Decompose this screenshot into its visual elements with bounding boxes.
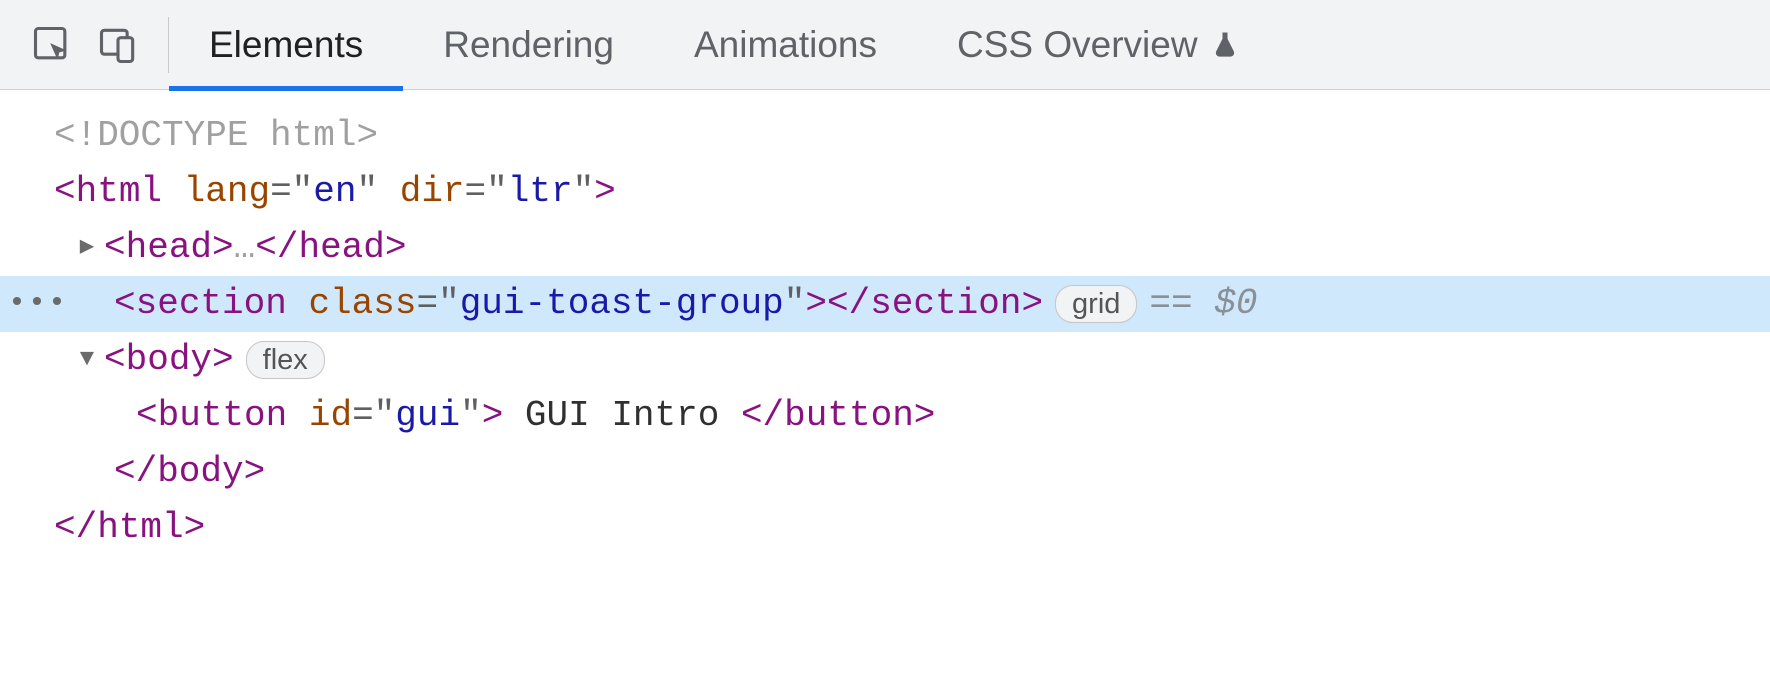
dom-node-body[interactable]: ▼ <body> flex <box>0 332 1770 388</box>
tag-name: html <box>76 164 162 220</box>
node-text: GUI Intro <box>503 388 741 444</box>
layout-badge-grid[interactable]: grid <box>1055 285 1137 323</box>
dom-node-button[interactable]: <button id="gui"> GUI Intro </button> <box>0 388 1770 444</box>
tab-label: Animations <box>694 24 877 66</box>
attr-name: class <box>308 276 416 332</box>
tab-css-overview[interactable]: CSS Overview <box>917 0 1280 90</box>
attr-value: gui <box>395 388 460 444</box>
tab-animations[interactable]: Animations <box>654 0 917 90</box>
tab-label: Elements <box>209 24 363 66</box>
device-toggle-icon[interactable] <box>96 23 140 67</box>
elements-dom-tree[interactable]: <!DOCTYPE html> <html lang="en" dir="ltr… <box>0 90 1770 556</box>
attr-name: lang <box>184 164 270 220</box>
collapsed-ellipsis: … <box>234 220 256 276</box>
tag-name: section <box>136 276 287 332</box>
gutter-actions-icon[interactable]: ••• <box>8 276 68 332</box>
dom-node-head[interactable]: ▶ <head>…</head> <box>0 220 1770 276</box>
dom-node-doctype[interactable]: <!DOCTYPE html> <box>0 108 1770 164</box>
toolbar-icons <box>30 17 169 73</box>
inspect-element-icon[interactable] <box>30 23 74 67</box>
tab-label: CSS Overview <box>957 24 1198 66</box>
devtools-tabs: Elements Rendering Animations CSS Overvi… <box>169 0 1280 90</box>
dom-node-body-close[interactable]: </body> <box>0 444 1770 500</box>
tab-elements[interactable]: Elements <box>169 0 403 90</box>
layout-badge-flex[interactable]: flex <box>246 341 325 379</box>
expand-collapsed-icon[interactable]: ▶ <box>74 220 100 276</box>
tab-rendering[interactable]: Rendering <box>403 0 654 90</box>
devtools-toolbar: Elements Rendering Animations CSS Overvi… <box>0 0 1770 90</box>
flask-icon <box>1210 30 1240 60</box>
tag-name: body <box>126 332 212 388</box>
attr-name: id <box>309 388 352 444</box>
dom-node-section-selected[interactable]: ••• <section class="gui-toast-group"></s… <box>0 276 1770 332</box>
tag-name: button <box>158 388 288 444</box>
tab-label: Rendering <box>443 24 614 66</box>
tag-name: head <box>126 220 212 276</box>
dom-node-html-open[interactable]: <html lang="en" dir="ltr"> <box>0 164 1770 220</box>
attr-value: ltr <box>508 164 573 220</box>
doctype-text: <!DOCTYPE html> <box>54 108 378 164</box>
console-reference: == $0 <box>1149 276 1257 332</box>
close-tag: </body> <box>114 444 265 500</box>
attr-value: en <box>313 164 356 220</box>
close-tag: </html> <box>54 500 205 556</box>
dom-node-html-close[interactable]: </html> <box>0 500 1770 556</box>
attr-value: gui-toast-group <box>460 276 784 332</box>
attr-name: dir <box>400 164 465 220</box>
expand-expanded-icon[interactable]: ▼ <box>74 332 100 388</box>
